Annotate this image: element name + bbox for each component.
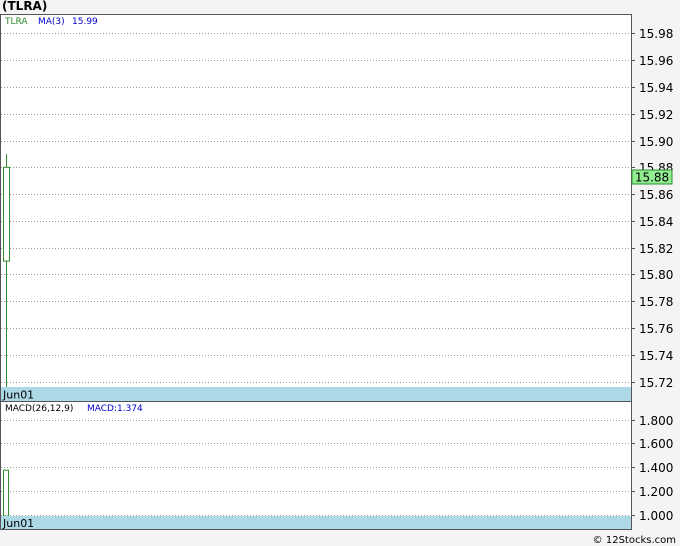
legend-ma-value: 15.99 [72, 17, 98, 27]
price-tick-label: 15.80 [639, 268, 673, 282]
macd-bar [3, 469, 9, 517]
macd-tick-label: 1.200 [639, 485, 673, 499]
macd-date-label: Jun01 [2, 517, 34, 530]
price-tick-label: 15.74 [639, 349, 673, 363]
price-tick-label: 15.90 [639, 135, 673, 149]
stock-chart: 15.98 15.96 15.94 15.92 15.90 15.88 15.86 15.84… [0, 14, 673, 530]
legend-macd-indicator: MACD(26,12,9) [5, 404, 73, 414]
legend-ticker: TLRA [4, 17, 28, 27]
last-price-value: 15.88 [635, 171, 669, 185]
price-tick-label: 15.86 [639, 188, 673, 202]
price-tick-label: 15.92 [639, 108, 673, 122]
macd-tick-label: 1.600 [639, 437, 673, 451]
price-tick-label: 15.98 [639, 27, 673, 41]
price-tick-label: 15.82 [639, 242, 673, 256]
price-date-band [1, 387, 631, 401]
price-tick-label: 15.94 [639, 81, 673, 95]
price-panel-frame [0, 14, 632, 402]
candle-body [3, 166, 10, 262]
price-tick-label: 15.72 [639, 376, 673, 390]
site-credit: © 12Stocks.com [592, 535, 676, 546]
last-price-tag: 15.88 [631, 169, 673, 185]
price-date-label: Jun01 [2, 389, 34, 402]
price-panel: 15.98 15.96 15.94 15.92 15.90 15.88 15.86 15.84… [0, 14, 673, 402]
macd-date-band [1, 516, 631, 529]
macd-tick-label: 1.800 [639, 414, 673, 428]
macd-panel: 1.800 1.600 1.400 1.200 1.000 Jun01 MACD(26,… [0, 401, 673, 530]
legend-ma-label: MA(3) [38, 17, 65, 27]
price-tick-label: 15.78 [639, 295, 673, 309]
price-tick-label: 15.76 [639, 322, 673, 336]
price-tick-label: 15.96 [639, 54, 673, 68]
legend-macd-value: MACD:1.374 [87, 404, 143, 414]
macd-tick-label: 1.400 [639, 461, 673, 475]
price-axis-ticks: 15.98 15.96 15.94 15.92 15.90 15.88 15.86 15.84… [631, 27, 673, 390]
macd-axis-ticks: 1.800 1.600 1.400 1.200 1.000 [631, 414, 673, 523]
macd-bars [3, 469, 9, 517]
macd-tick-label: 1.000 [639, 509, 673, 523]
price-tick-label: 15.84 [639, 215, 673, 229]
